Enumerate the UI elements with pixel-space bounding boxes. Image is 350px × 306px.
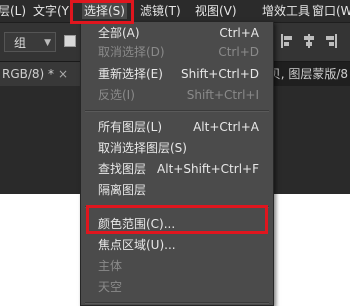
menu-item-shortcut: Ctrl+D — [218, 45, 259, 59]
document-tab-secondary[interactable]: 贝, 图层蒙版/8 — [269, 62, 350, 86]
menu-item-reselect[interactable]: 重新选择(E) Shift+Ctrl+D — [81, 65, 273, 84]
align-right-icon[interactable] — [324, 33, 338, 49]
menu-item-label: 全部(A) — [98, 26, 140, 40]
chevron-down-icon: ▼ — [44, 38, 51, 48]
select-menu-dropdown: 全部(A) Ctrl+A 取消选择(D) Ctrl+D 重新选择(E) Shif… — [80, 21, 274, 306]
menu-item-inverse[interactable]: 反选(I) Shift+Ctrl+I — [81, 86, 273, 105]
menu-layer[interactable]: 层(L) — [0, 3, 26, 19]
menu-filter[interactable]: 滤镜(T) — [140, 3, 181, 19]
menu-item-label: 取消选择(D) — [98, 45, 165, 59]
menu-item-label: 所有图层(L) — [98, 120, 163, 134]
document-tab[interactable]: RGB/8) * × — [0, 62, 80, 86]
menu-item-label: 反选(I) — [98, 88, 135, 102]
menu-separator — [85, 302, 269, 304]
menu-item-shortcut: Alt+Shift+Ctrl+F — [157, 162, 259, 176]
menu-item-shortcut: Shift+Ctrl+D — [181, 67, 259, 81]
photoshop-window: 层(L) 文字(Y) 选择(S) 滤镜(T) 视图(V) 增效工具 窗口(W) … — [0, 0, 350, 306]
menu-select[interactable]: 选择(S) — [82, 3, 127, 19]
menu-item-label: 焦点区域(U)... — [98, 238, 176, 252]
menu-item-label: 主体 — [98, 259, 123, 273]
menu-separator — [85, 110, 269, 112]
document-tab-secondary-label: 贝, 图层蒙版/8 — [268, 67, 348, 81]
menu-view[interactable]: 视图(V) — [195, 3, 237, 19]
menu-item-deselect[interactable]: 取消选择(D) Ctrl+D — [81, 43, 273, 62]
auto-select-dropdown[interactable]: 组 ▼ — [4, 32, 56, 52]
menu-item-isolate-layers[interactable]: 隔离图层 — [81, 181, 273, 200]
auto-select-value: 组 — [14, 36, 27, 50]
menu-type[interactable]: 文字(Y) — [33, 3, 74, 19]
document-tab-label: RGB/8) * — [2, 67, 55, 81]
menu-item-label: 颜色范围(C)... — [98, 217, 176, 231]
align-center-icon[interactable] — [302, 33, 316, 49]
menu-item-shortcut: Alt+Ctrl+A — [193, 120, 259, 134]
menu-separator — [85, 206, 269, 208]
close-icon[interactable]: × — [58, 62, 68, 86]
menu-item-label: 取消选择图层(S) — [98, 141, 187, 155]
menu-item-label: 天空 — [98, 280, 123, 294]
menu-item-all[interactable]: 全部(A) Ctrl+A — [81, 24, 273, 43]
menu-item-label: 查找图层 — [98, 162, 147, 176]
menu-item-color-range[interactable]: 颜色范围(C)... — [81, 215, 273, 234]
menu-item-label: 隔离图层 — [98, 183, 147, 197]
align-left-icon[interactable] — [280, 33, 294, 49]
menu-window[interactable]: 窗口(W) — [312, 3, 350, 19]
menu-item-deselect-layers[interactable]: 取消选择图层(S) — [81, 139, 273, 158]
menu-plugins[interactable]: 增效工具 — [262, 3, 310, 19]
menu-item-shortcut: Shift+Ctrl+I — [186, 88, 259, 102]
menu-item-shortcut: Ctrl+A — [219, 26, 259, 40]
menu-item-focus-area[interactable]: 焦点区域(U)... — [81, 236, 273, 255]
menu-item-subject[interactable]: 主体 — [81, 257, 273, 276]
menu-item-label: 重新选择(E) — [98, 67, 163, 81]
menu-item-find-layers[interactable]: 查找图层 Alt+Shift+Ctrl+F — [81, 160, 273, 179]
menu-bar: 层(L) 文字(Y) 选择(S) 滤镜(T) 视图(V) 增效工具 窗口(W) — [0, 0, 350, 23]
show-transform-checkbox[interactable] — [64, 35, 76, 47]
menu-item-all-layers[interactable]: 所有图层(L) Alt+Ctrl+A — [81, 118, 273, 137]
menu-item-sky[interactable]: 天空 — [81, 278, 273, 297]
